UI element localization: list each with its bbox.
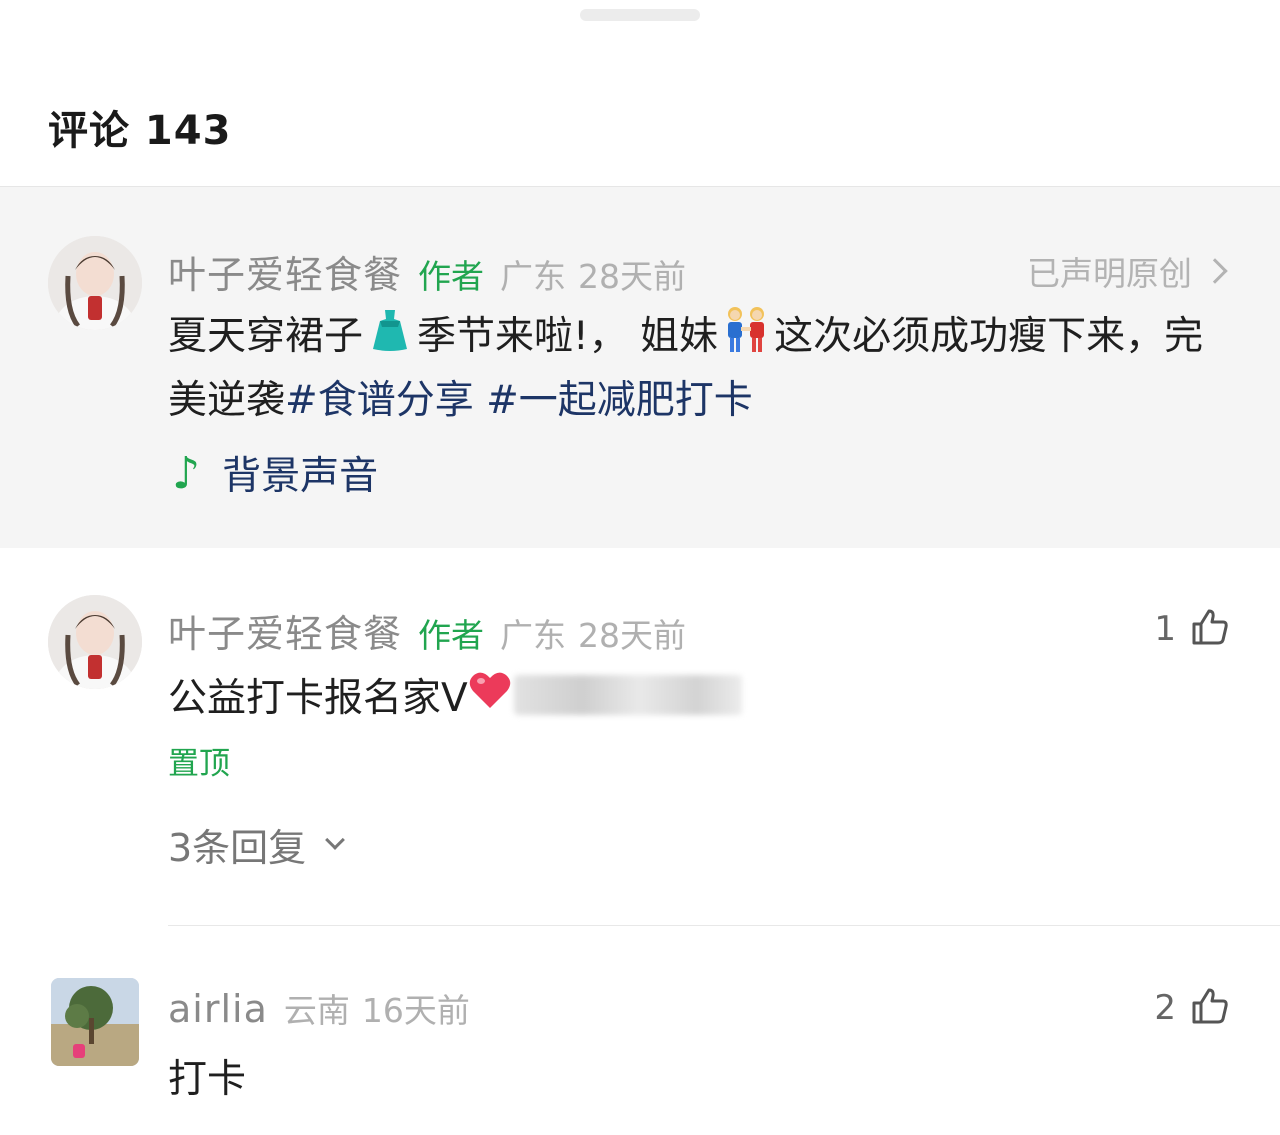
avatar[interactable] — [51, 978, 139, 1066]
timestamp: 28天前 — [578, 616, 687, 655]
original-label: 已声明原创 — [1027, 254, 1192, 293]
post-text-part: 季节来啦!， 姐妹 — [417, 314, 719, 359]
like-button[interactable]: 2 — [1154, 986, 1230, 1030]
username[interactable]: airlia — [168, 987, 268, 1031]
post-text-part: 夏天穿裙子 — [168, 314, 364, 359]
chevron-down-icon — [325, 829, 346, 850]
like-count: 1 — [1154, 609, 1176, 649]
post-meta: 叶子爱轻食餐 作者 广东 28天前 — [168, 244, 686, 299]
heart-emoji-icon — [468, 670, 512, 720]
thumbs-up-icon — [1190, 986, 1230, 1030]
two-girls-emoji-icon — [722, 305, 770, 372]
comments-title: 评论 143 — [48, 108, 232, 154]
view-replies-button[interactable]: 3条回复 — [168, 817, 346, 872]
post-card: 叶子爱轻食餐 作者 广东 28天前 已声明原创 夏天穿裙子 季节来啦!， 姐妹 这次… — [0, 186, 1280, 548]
avatar[interactable] — [48, 595, 142, 689]
background-music-link[interactable]: ♪ 背景声音 — [172, 445, 378, 501]
username[interactable]: 叶子爱轻食餐 — [168, 244, 402, 299]
comment-item: 叶子爱轻食餐 作者 广东 28天前 1 公益打卡报名家V 置顶 3条回复 — [0, 595, 1280, 925]
timestamp: 28天前 — [578, 257, 687, 296]
like-button[interactable]: 1 — [1154, 607, 1230, 651]
comment-meta: airlia 云南 16天前 — [168, 984, 470, 1032]
hashtag-link[interactable]: #一起减肥打卡 — [486, 378, 753, 423]
comment-item: airlia 云南 16天前 2 打卡 — [0, 976, 1280, 1135]
like-count: 2 — [1154, 988, 1176, 1028]
comment-meta: 叶子爱轻食餐 作者 广东 28天前 — [168, 603, 686, 658]
username[interactable]: 叶子爱轻食餐 — [168, 603, 402, 658]
location: 广东 — [500, 616, 567, 655]
avatar[interactable] — [48, 236, 142, 330]
hashtag-link[interactable]: #食谱分享 — [285, 378, 474, 423]
location: 广东 — [500, 257, 567, 296]
thumbs-up-icon — [1190, 607, 1230, 651]
pinned-badge: 置顶 — [168, 746, 230, 782]
location: 云南 — [283, 991, 350, 1030]
music-label: 背景声音 — [222, 454, 379, 499]
divider — [168, 925, 1280, 926]
drag-handle[interactable] — [580, 9, 700, 21]
author-badge: 作者 — [418, 616, 485, 655]
dress-emoji-icon — [367, 307, 413, 370]
music-note-icon: ♪ — [172, 447, 201, 499]
original-declaration-link[interactable]: 已声明原创 — [1027, 247, 1228, 295]
post-text: 夏天穿裙子 季节来啦!， 姐妹 这次必须成功瘦下来，完美逆袭#食谱分享 #一起减肥打… — [168, 305, 1228, 430]
blurred-contact-info — [513, 675, 742, 715]
comment-text-part: 公益打卡报名家V — [168, 676, 468, 721]
comment-text: 打卡 — [168, 1057, 247, 1102]
replies-label: 3条回复 — [168, 826, 307, 870]
author-badge: 作者 — [418, 257, 485, 296]
chevron-right-icon — [1202, 258, 1228, 284]
comment-text: 公益打卡报名家V — [168, 667, 742, 723]
timestamp: 16天前 — [361, 991, 470, 1030]
